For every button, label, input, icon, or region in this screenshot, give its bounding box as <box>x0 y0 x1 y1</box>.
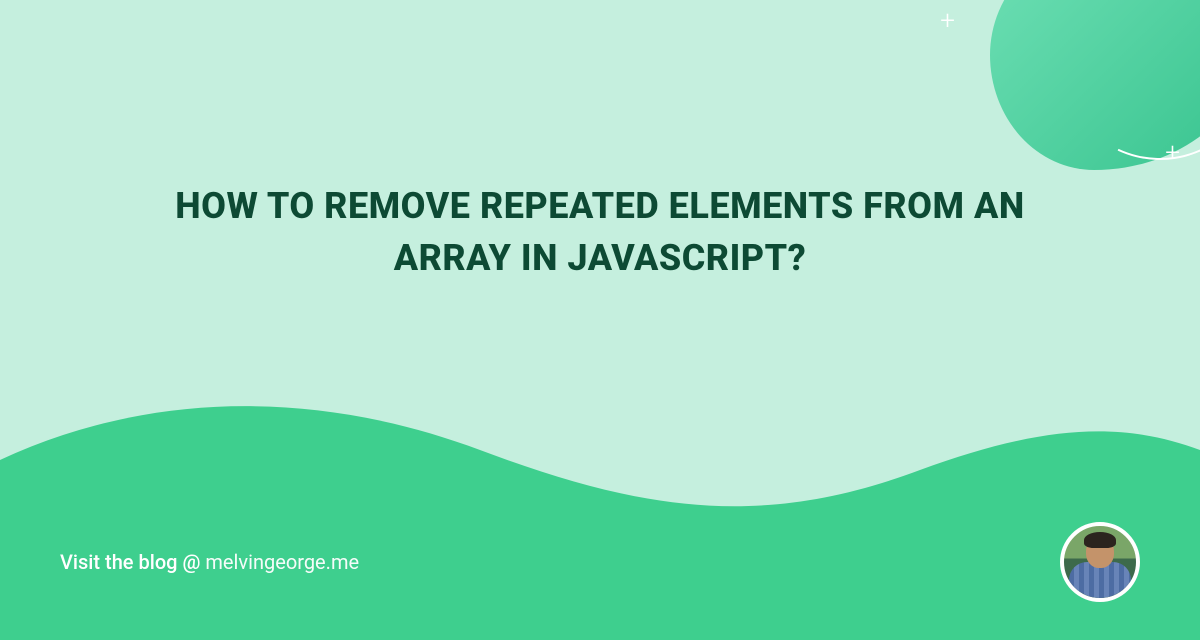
page-title: HOW TO REMOVE REPEATED ELEMENTS FROM AN … <box>150 180 1050 284</box>
plus-icon: + <box>1165 140 1180 166</box>
plus-icon: + <box>940 8 955 34</box>
visit-text: Visit the blog @ melvingeorge.me <box>60 550 359 574</box>
visit-domain: melvingeorge.me <box>205 550 359 574</box>
avatar <box>1060 522 1140 602</box>
footer: Visit the blog @ melvingeorge.me <box>60 522 1140 602</box>
visit-prefix: Visit the blog @ <box>60 550 205 574</box>
